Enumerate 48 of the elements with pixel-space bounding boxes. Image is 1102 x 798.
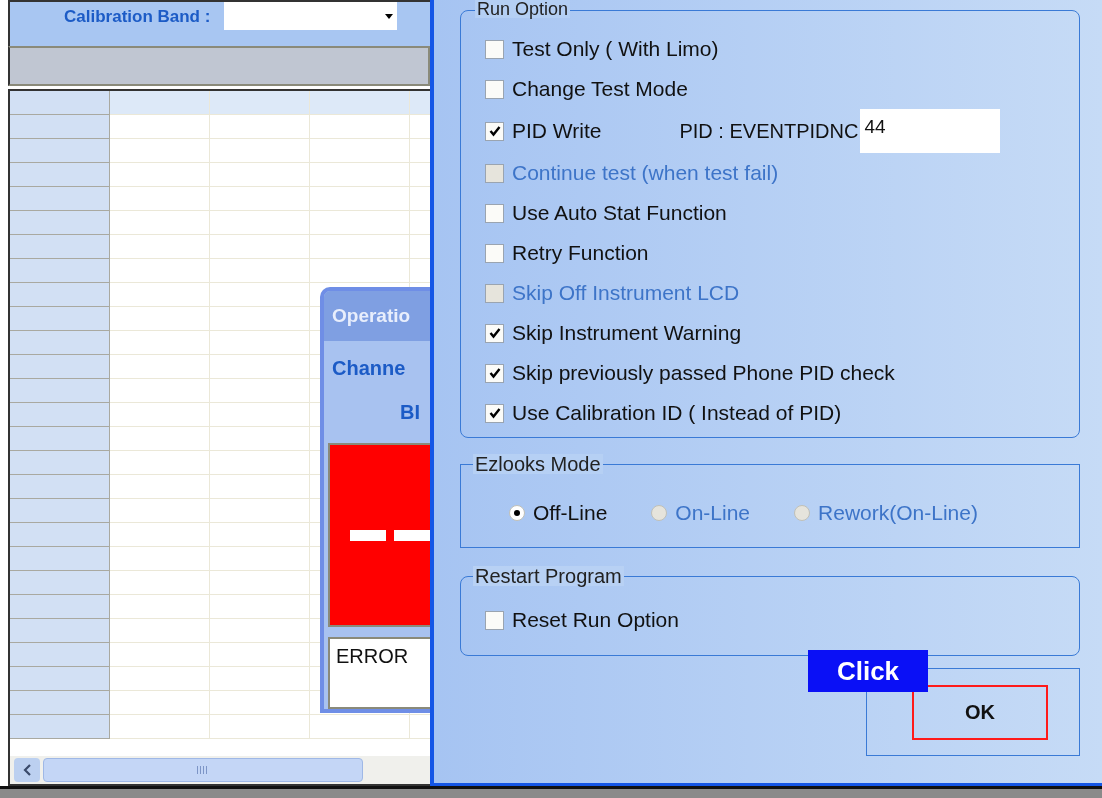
radio-label: Rework(On-Line) xyxy=(818,500,978,527)
checkbox-label: Change Test Mode xyxy=(512,76,688,103)
radio-label: Off-Line xyxy=(533,500,608,527)
pid-input-field[interactable]: 44 xyxy=(860,109,1001,153)
checkbox[interactable] xyxy=(485,363,504,383)
ok-button[interactable]: OK xyxy=(912,684,1048,740)
checkbox-label: Retry Function xyxy=(512,240,649,267)
checkmark-icon xyxy=(488,125,501,137)
checkbox[interactable] xyxy=(485,39,504,59)
chevron-left-icon xyxy=(23,764,31,776)
group-title: Ezlooks Mode xyxy=(473,454,603,474)
checkbox-label: Continue test (when test fail) xyxy=(512,160,779,187)
message-text: ERROR xyxy=(336,645,409,667)
checkbox-label: Test Only ( With Limo) xyxy=(512,36,719,63)
grip-icon xyxy=(197,766,209,774)
dropdown-field[interactable] xyxy=(224,2,398,30)
checkbox[interactable] xyxy=(485,79,504,99)
group-title: Restart Program xyxy=(473,566,624,586)
scrollbar-thumb[interactable] xyxy=(43,758,363,782)
checkmark-icon xyxy=(488,407,501,419)
window-title: Operatio xyxy=(332,303,411,328)
checkbox-label: PID Write xyxy=(512,118,602,145)
click-callout: Click xyxy=(808,650,928,692)
checkbox[interactable] xyxy=(485,243,504,263)
field-label: Calibration Band : xyxy=(64,6,211,28)
checkbox-label: Skip Instrument Warning xyxy=(512,320,742,347)
checkbox-label: Skip previously passed Phone PID check xyxy=(512,360,895,387)
pid-label: PID : EVENTPIDNC xyxy=(679,119,859,144)
checkbox-label: Use Auto Stat Function xyxy=(512,200,727,227)
checkbox-label: Reset Run Option xyxy=(512,607,679,634)
scroll-left-button[interactable] xyxy=(14,758,40,782)
band-label: BI xyxy=(399,400,421,425)
dash-icon xyxy=(394,529,430,541)
checkbox-label: Skip Off Instrument LCD xyxy=(512,280,740,307)
checkbox-label: Use Calibration ID ( Instead of PID) xyxy=(512,400,842,427)
dropdown-arrow-icon xyxy=(385,13,394,19)
dash-icon xyxy=(350,529,386,541)
channel-label: Channe xyxy=(331,356,407,381)
checkbox[interactable] xyxy=(485,203,504,223)
checkbox[interactable] xyxy=(485,323,504,343)
radio-button[interactable] xyxy=(509,505,525,521)
radio-label: On-Line xyxy=(675,500,751,527)
group-title: Run Option xyxy=(475,0,571,18)
checkmark-icon xyxy=(488,367,501,379)
checkbox[interactable] xyxy=(485,121,504,141)
checkmark-icon xyxy=(488,327,501,339)
checkbox[interactable] xyxy=(485,403,504,423)
checkbox[interactable] xyxy=(485,610,504,630)
